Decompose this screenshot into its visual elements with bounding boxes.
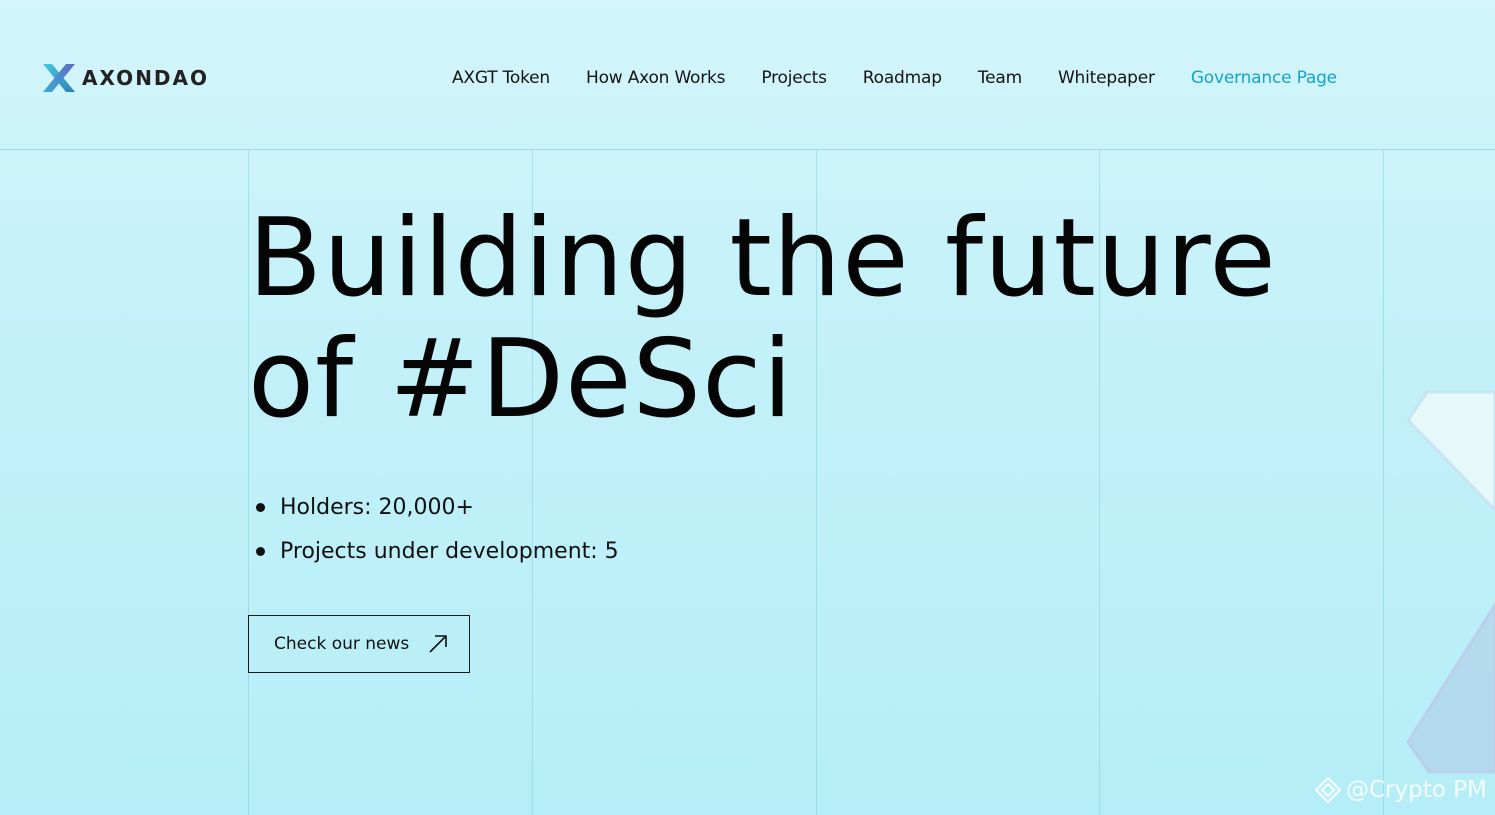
bullet-icon (256, 547, 265, 556)
brand-name: AXONDAO (82, 66, 210, 90)
list-item: Projects under development: 5 (248, 530, 619, 574)
check-news-button[interactable]: Check our news (248, 615, 470, 673)
brand-logo[interactable]: AXONDAO (42, 63, 209, 93)
arrow-up-right-icon (429, 635, 448, 653)
bullet-icon (256, 503, 265, 512)
decorative-x-shape-icon (1406, 390, 1495, 774)
main-nav: AXGT Token How Axon Works Projects Roadm… (452, 68, 1337, 88)
nav-item-team[interactable]: Team (978, 68, 1022, 88)
watermark-text: @Crypto PM (1346, 777, 1487, 803)
site-header: AXONDAO AXGT Token How Axon Works Projec… (0, 0, 1495, 150)
nav-item-roadmap[interactable]: Roadmap (863, 68, 942, 88)
nav-item-governance-page[interactable]: Governance Page (1191, 68, 1337, 88)
list-item: Holders: 20,000+ (248, 486, 619, 530)
hero-title-line-1: Building the future (248, 196, 1277, 321)
hero-stats-list: Holders: 20,000+ Projects under developm… (248, 486, 619, 574)
check-news-button-label: Check our news (274, 634, 410, 654)
nav-item-whitepaper[interactable]: Whitepaper (1058, 68, 1155, 88)
nav-item-projects[interactable]: Projects (761, 68, 827, 88)
watermark: @Crypto PM (1314, 776, 1487, 804)
stat-holders: Holders: 20,000+ (280, 495, 474, 520)
nav-item-axgt-token[interactable]: AXGT Token (452, 68, 550, 88)
axon-x-logo-icon (43, 64, 75, 92)
grid-line (1383, 150, 1384, 815)
hero-title-line-2: of #DeSci (248, 317, 794, 442)
binance-diamond-icon (1314, 776, 1342, 804)
hero-title: Building the future of #DeSci (248, 198, 1277, 440)
nav-item-how-axon-works[interactable]: How Axon Works (586, 68, 726, 88)
stat-projects: Projects under development: 5 (280, 539, 619, 564)
